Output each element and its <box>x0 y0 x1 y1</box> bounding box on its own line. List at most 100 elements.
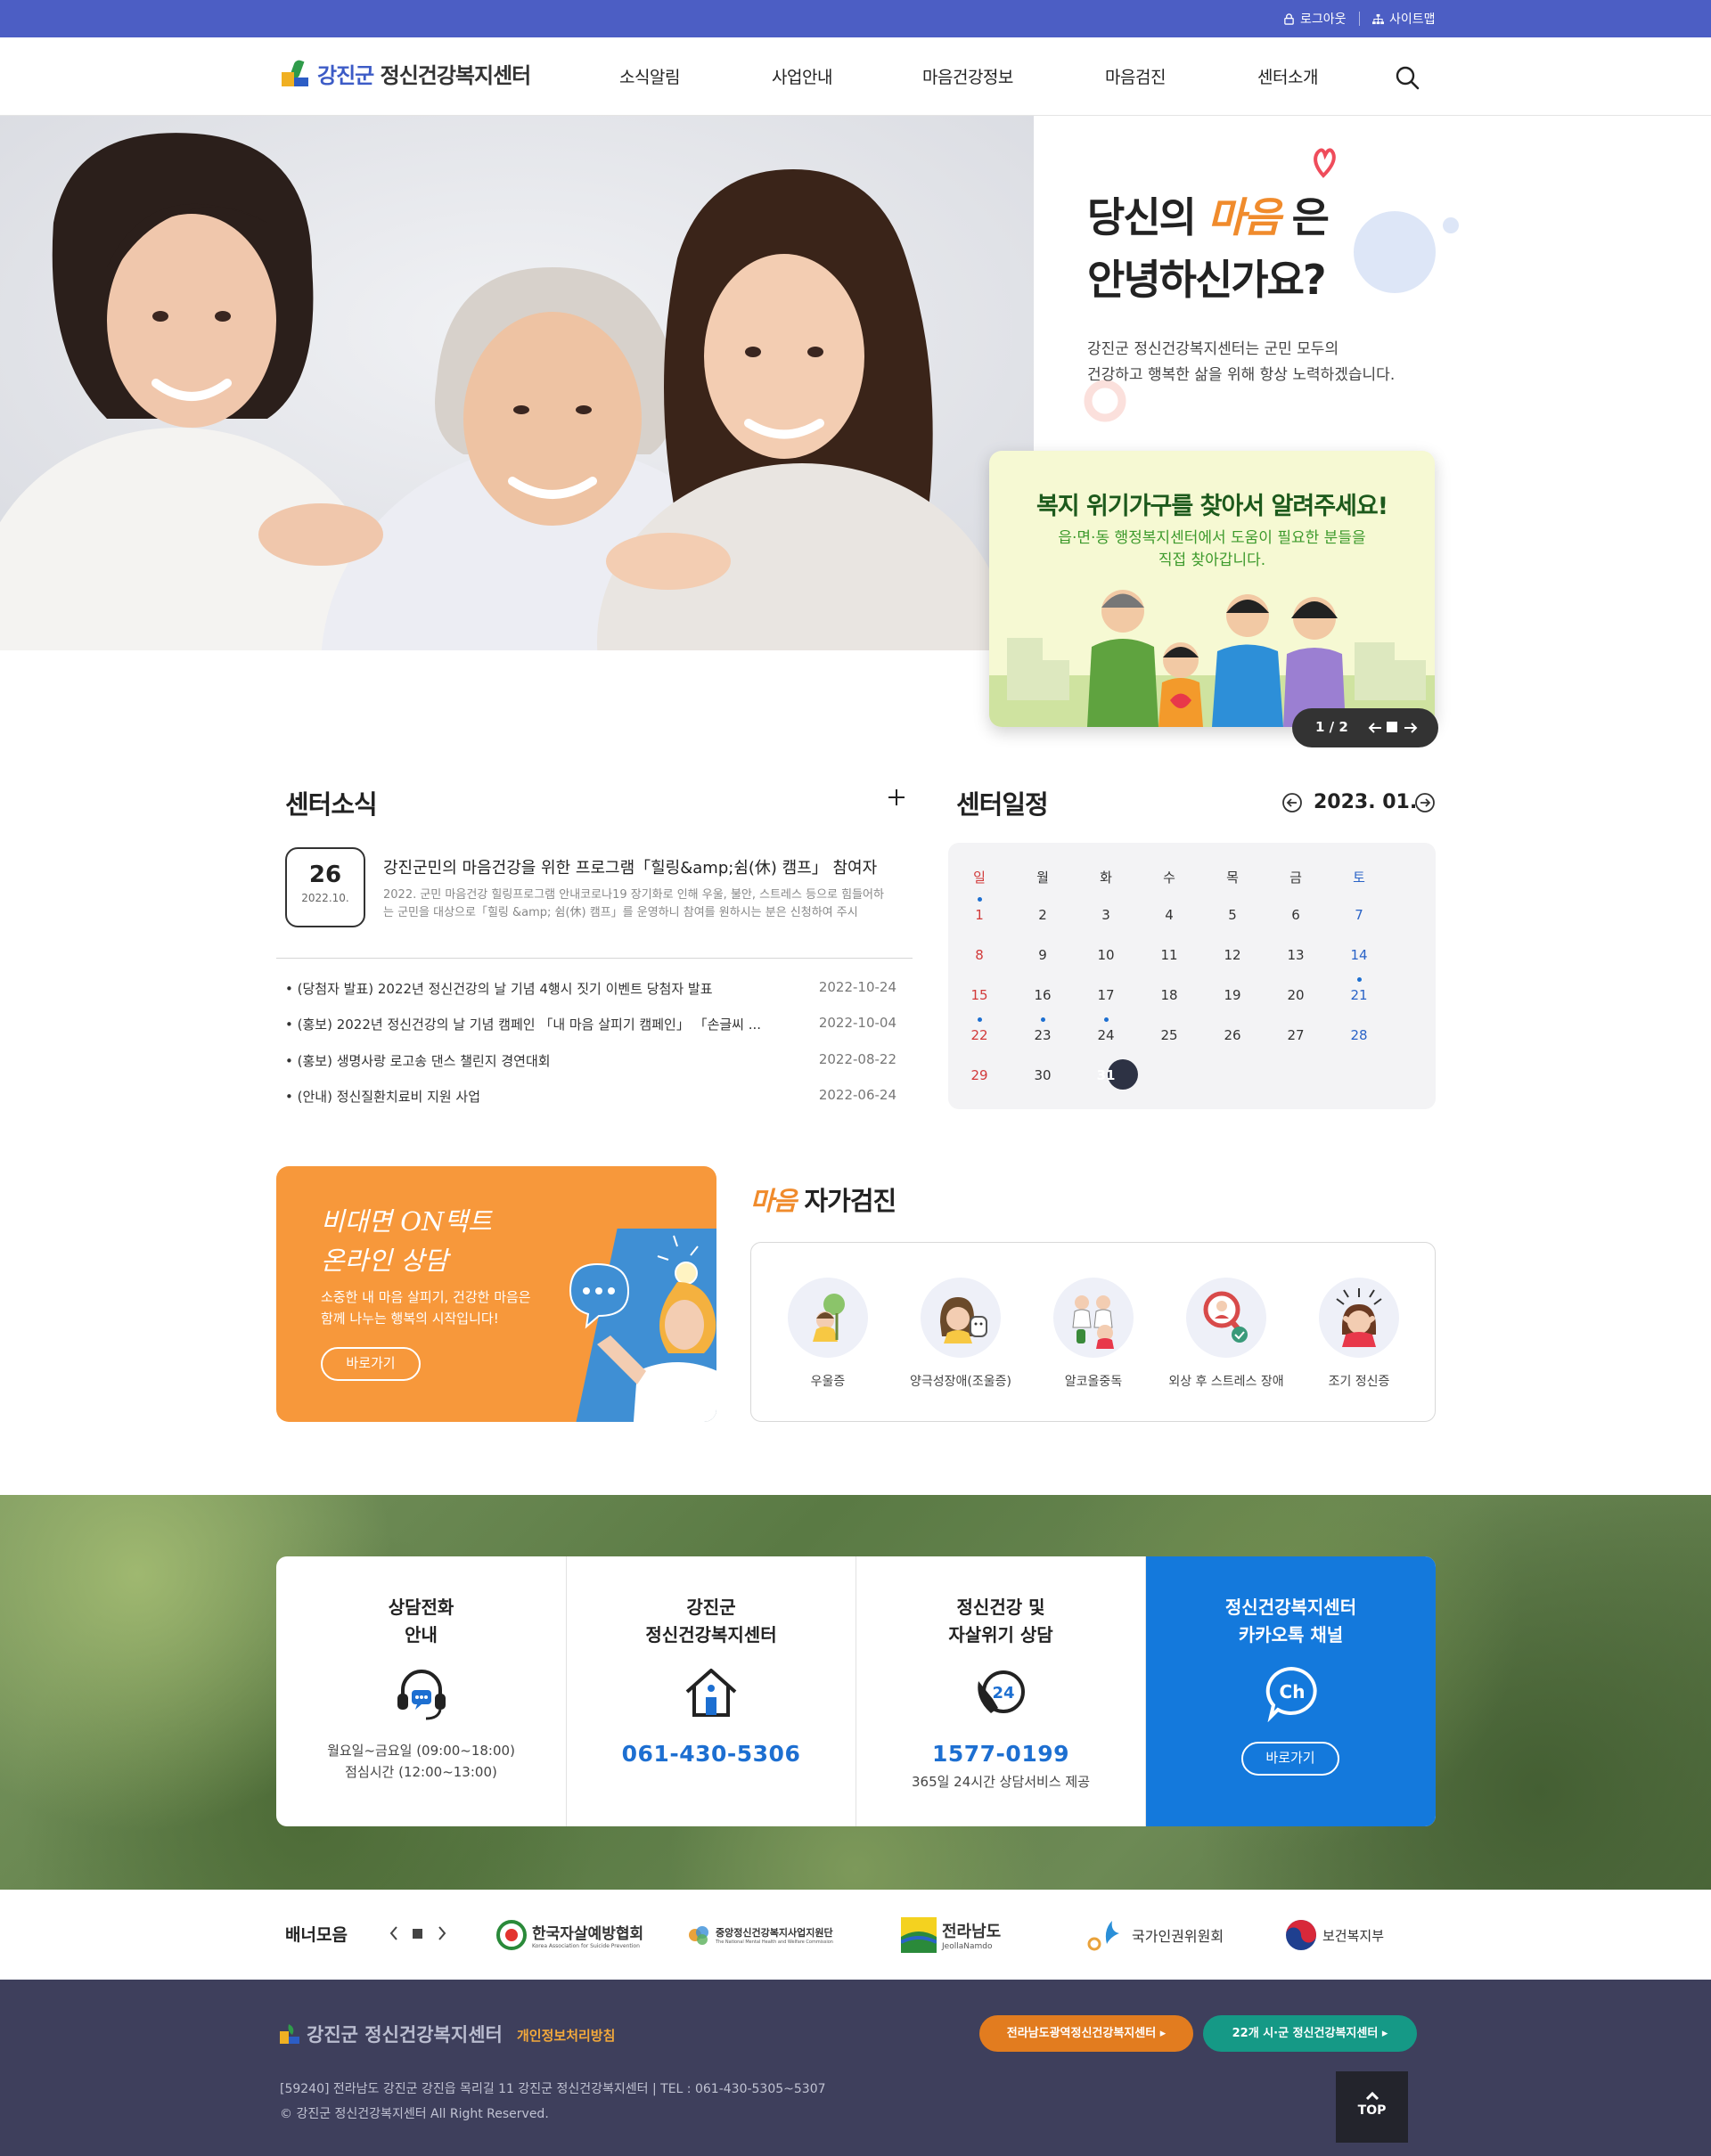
search-icon[interactable] <box>1394 64 1420 91</box>
calendar-day[interactable]: 19 <box>1215 987 1250 1003</box>
calendar-day[interactable]: 17 <box>1088 987 1124 1003</box>
calendar-weekday: 월 <box>1036 870 1049 886</box>
calendar-day[interactable]: 26 <box>1215 1027 1250 1043</box>
calendar-day[interactable]: 3 <box>1088 907 1124 923</box>
nav-news[interactable]: 소식알림 <box>619 64 680 88</box>
banner-jeollanamdo[interactable]: 전라남도 JeollaNamdo <box>901 1916 1001 1954</box>
privacy-policy-link[interactable]: 개인정보처리방침 <box>517 2026 615 2045</box>
news-list-item[interactable]: (홍보) 2022년 정신건강의 날 기념 캠페인 「내 마음 살피기 캠페인」… <box>285 1015 905 1036</box>
news-list-item[interactable]: (당첨자 발표) 2022년 정신건강의 날 기념 4행시 짓기 이벤트 당첨자… <box>285 979 905 1000</box>
calendar-day[interactable]: 28 <box>1341 1027 1377 1043</box>
calendar-day[interactable]: 11 <box>1151 947 1187 963</box>
news-section-title: 센터소식 <box>285 789 378 820</box>
banner-ministry-health-welfare[interactable]: 보건복지부 <box>1285 1916 1384 1954</box>
hero-title-a: 당신의 <box>1087 193 1197 241</box>
kakao-go-button[interactable]: 바로가기 <box>1241 1742 1339 1776</box>
calendar-day[interactable]: 12 <box>1215 947 1250 963</box>
calendar-day[interactable]: 29 <box>962 1067 997 1083</box>
scroll-top-button[interactable]: TOP <box>1336 2071 1408 2143</box>
calendar-day[interactable]: 15 <box>962 987 997 1003</box>
calendar-day[interactable]: 27 <box>1278 1027 1314 1043</box>
online-counseling-banner[interactable]: 비대면 ON택트 온라인 상담 소중한 내 마음 살피기, 건강한 마음은 함께… <box>276 1166 716 1422</box>
banner-pause-icon[interactable] <box>413 1929 422 1939</box>
calendar-day[interactable]: 9 <box>1025 947 1060 963</box>
calendar-day[interactable]: 10 <box>1088 947 1124 963</box>
calendar-day[interactable]: 23 <box>1025 1027 1060 1043</box>
pause-icon[interactable] <box>1387 722 1397 732</box>
next-month-icon[interactable] <box>1414 792 1436 813</box>
calendar-day[interactable]: 1 <box>962 907 997 923</box>
banner-next-icon[interactable] <box>437 1925 447 1941</box>
banner-sub: Korea Association for Suicide Prevention <box>532 1943 640 1949</box>
calendar-day[interactable]: 20 <box>1278 987 1314 1003</box>
plus-more-icon[interactable] <box>888 788 905 806</box>
banners-label: 배너모음 <box>285 1925 348 1945</box>
news-item-title: (안내) 정신질환치료비 지원 사업 <box>285 1087 766 1106</box>
prev-month-icon[interactable] <box>1281 792 1303 813</box>
county-centers-button[interactable]: 22개 시·군 정신건강복지센터 ▸ <box>1203 2015 1417 2052</box>
calendar-day[interactable]: 14 <box>1341 947 1377 963</box>
depression-icon <box>788 1278 868 1358</box>
selfcheck-item-depression[interactable]: 우울증 <box>761 1278 895 1390</box>
calendar-day[interactable]: 4 <box>1151 907 1187 923</box>
cc3-phone[interactable]: 1577-0199 <box>856 1741 1145 1767</box>
selfcheck-section-title: 마음 자가검진 <box>750 1180 896 1218</box>
banner-suicide-prevention[interactable]: 한국자살예방협회 Korea Association for Suicide Pr… <box>496 1916 643 1954</box>
cc2-title-line2: 정신건강복지센터 <box>645 1624 777 1646</box>
calendar-day[interactable]: 5 <box>1215 907 1250 923</box>
ontact-description: 소중한 내 마음 살피기, 건강한 마음은 함께 나누는 행복의 시작입니다! <box>321 1286 531 1329</box>
news-item-date: 2022-10-04 <box>818 1015 896 1031</box>
selfcheck-item-ptsd[interactable]: 외상 후 스트레스 장애 <box>1159 1278 1293 1390</box>
cc2-title: 강진군정신건강복지센터 <box>567 1594 856 1649</box>
cc2-phone[interactable]: 061-430-5306 <box>567 1741 856 1767</box>
nav-business[interactable]: 사업안내 <box>772 64 832 88</box>
news-list-item[interactable]: (홍보) 생명사랑 로고송 댄스 챌린지 경연대회 2022-08-22 <box>285 1051 905 1073</box>
calendar-day[interactable]: 21 <box>1341 987 1377 1003</box>
jeonnam-center-button[interactable]: 전라남도광역정신건강복지센터 ▸ <box>979 2015 1193 2052</box>
selfcheck-item-alcohol[interactable]: 알코올중독 <box>1027 1278 1160 1390</box>
calendar-day[interactable]: 25 <box>1151 1027 1187 1043</box>
banner-human-rights-commission[interactable]: 국가인권위원회 <box>1087 1916 1224 1954</box>
selfcheck-title-maeum: 마음 <box>750 1186 797 1216</box>
nav-about-center[interactable]: 센터소개 <box>1257 64 1318 88</box>
footer-copyright: © 강진군 정신건강복지센터 All Right Reserved. <box>280 2107 549 2121</box>
calendar-day[interactable]: 6 <box>1278 907 1314 923</box>
alcohol-icon <box>1053 1278 1134 1358</box>
selfcheck-item-bipolar[interactable]: 양극성장애(조울증) <box>894 1278 1027 1390</box>
cc2-title-line1: 강진군 <box>686 1597 736 1618</box>
calendar-day[interactable]: 16 <box>1025 987 1060 1003</box>
next-arrow-icon[interactable] <box>1403 721 1419 735</box>
calendar-day[interactable]: 31 <box>1088 1067 1124 1083</box>
cc1-lunch: 점심시간 (12:00~13:00) <box>345 1764 497 1780</box>
hero-desc-line1: 강진군 정신건강복지센터는 군민 모두의 <box>1087 340 1339 358</box>
nav-mind-check[interactable]: 마음검진 <box>1105 64 1166 88</box>
calendar-day[interactable]: 13 <box>1278 947 1314 963</box>
hero-family-photo <box>0 116 1034 650</box>
logout-link[interactable]: 로그아웃 <box>1283 10 1347 28</box>
news-divider <box>276 958 913 959</box>
nav-mental-health-info[interactable]: 마음건강정보 <box>922 64 1013 88</box>
calendar-day[interactable]: 18 <box>1151 987 1187 1003</box>
calendar-day[interactable]: 22 <box>962 1027 997 1043</box>
site-logo[interactable]: 강진군 정신건강복지센터 <box>282 58 531 89</box>
ontact-title: 비대면 ON택트 온라인 상담 <box>321 1202 492 1280</box>
calendar-day[interactable]: 30 <box>1025 1067 1060 1083</box>
calendar-day[interactable]: 2 <box>1025 907 1060 923</box>
prev-arrow-icon[interactable] <box>1367 721 1383 735</box>
footer-logo-mark-icon <box>280 2024 299 2044</box>
calendar-day[interactable]: 8 <box>962 947 997 963</box>
banner-national-mental-health[interactable]: 중앙정신건강복지사업지원단 The National Mental Health … <box>687 1916 833 1954</box>
banner-collection: 배너모음 한국자살예방협회 Korea Association for Suici… <box>0 1890 1711 1980</box>
ontact-go-button[interactable]: 바로가기 <box>321 1347 421 1381</box>
banner-name: 한국자살예방협회 <box>532 1925 644 1943</box>
calendar-day[interactable]: 24 <box>1088 1027 1124 1043</box>
news-list-item[interactable]: (안내) 정신질환치료비 지원 사업 2022-06-24 <box>285 1087 905 1108</box>
selfcheck-item-early-psychosis[interactable]: 조기 정신증 <box>1292 1278 1426 1390</box>
calendar-day[interactable]: 7 <box>1341 907 1377 923</box>
calendar-weekday: 수 <box>1163 870 1175 886</box>
featured-news-title[interactable]: 강진군민의 마음건강을 위한 프로그램「힐링&amp;쉼(休) 캠프」 참여자 … <box>383 855 882 878</box>
banner-prev-icon[interactable] <box>389 1925 399 1941</box>
sitemap-link[interactable]: 사이트맵 <box>1372 10 1436 28</box>
news-item-date: 2022-06-24 <box>818 1087 896 1103</box>
welfare-popup-banner[interactable]: 복지 위기가구를 찾아서 알려주세요! 읍·면·동 행정복지센터에서 도움이 필… <box>989 451 1435 727</box>
